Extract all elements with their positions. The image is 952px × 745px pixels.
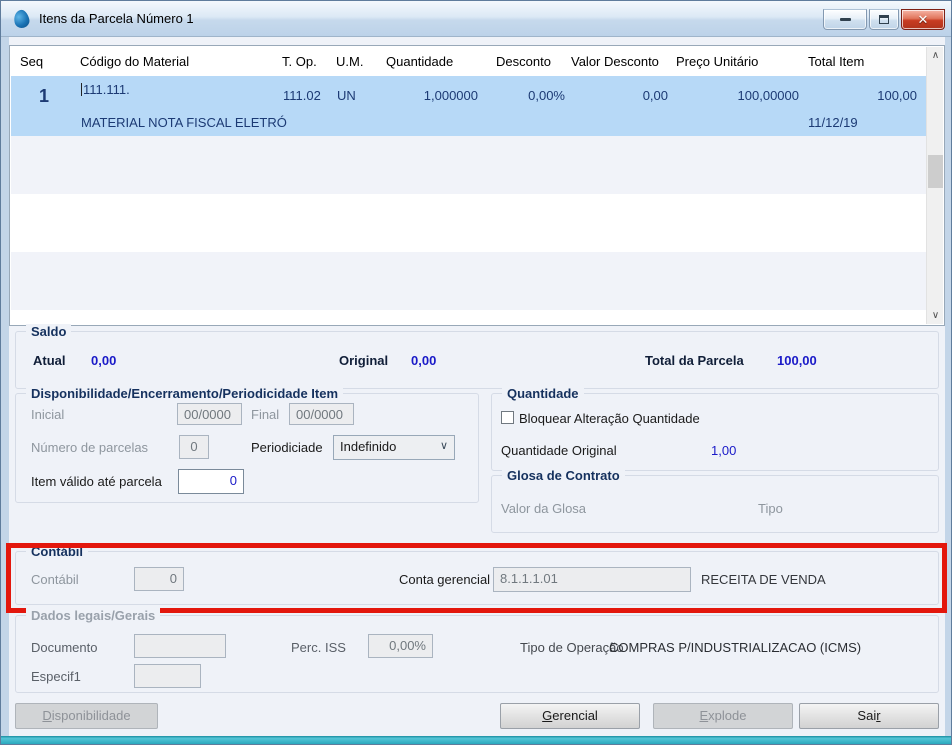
valor-glosa-label: Valor da Glosa	[501, 501, 587, 516]
empty-row	[11, 136, 928, 194]
group-quantidade-title: Quantidade	[502, 386, 584, 401]
items-grid: Seq Código do Material T. Op. U.M. Quant…	[9, 45, 945, 326]
saldo-original-value: 0,00	[411, 353, 437, 368]
disponibilidade-button: Disponibilidade	[15, 703, 158, 729]
tipo-glosa-label: Tipo	[758, 501, 783, 516]
window-title: Itens da Parcela Número 1	[39, 11, 194, 26]
bloquear-checkbox-label: Bloquear Alteração Quantidade	[519, 411, 700, 426]
cell-um: UN	[337, 88, 356, 103]
text-caret	[81, 83, 82, 96]
col-header-seq[interactable]: Seq	[20, 54, 43, 69]
perc-iss-label: Perc. ISS	[291, 640, 346, 655]
group-saldo-title: Saldo	[26, 324, 72, 339]
saldo-original-label: Original	[339, 353, 389, 368]
perc-iss-input: 0,00%	[368, 634, 433, 658]
periodicidade-label: Periodiciade	[251, 440, 323, 455]
tipo-operacao-value: COMPRAS P/INDUSTRIALIZACAO (ICMS)	[609, 640, 862, 655]
group-glosa-title: Glosa de Contrato	[502, 468, 625, 483]
quantidade-original-value: 1,00	[711, 443, 737, 458]
saldo-atual-label: Atual	[33, 353, 66, 368]
quantidade-original-label: Quantidade Original	[501, 443, 617, 458]
col-header-codigo[interactable]: Código do Material	[80, 54, 189, 69]
scrollbar-thumb[interactable]	[928, 155, 943, 188]
cell-total-item: 100,00	[877, 88, 917, 103]
chevron-down-icon: ∨	[439, 440, 448, 452]
final-label: Final	[251, 407, 280, 422]
app-icon	[12, 8, 31, 30]
scroll-down-icon[interactable]: ∨	[927, 307, 944, 324]
minimize-icon	[839, 18, 851, 21]
especif1-input	[134, 664, 201, 688]
num-parcelas-input: 0	[179, 435, 209, 459]
group-disponibilidade-title: Disponibilidade/Encerramento/Periodicida…	[26, 386, 344, 401]
col-header-desconto[interactable]: Desconto	[496, 54, 551, 69]
col-header-t-op[interactable]: T. Op.	[282, 54, 317, 69]
scroll-up-icon[interactable]: ∧	[927, 47, 944, 64]
minimize-button[interactable]	[823, 9, 867, 30]
saldo-total-value: 100,00	[777, 353, 817, 368]
documento-input	[134, 634, 226, 658]
inicial-label: Inicial	[31, 407, 65, 422]
cell-desconto: 0,00%	[528, 88, 565, 103]
item-valido-input[interactable]: 0	[178, 469, 244, 494]
explode-button: Explode	[653, 703, 793, 729]
cell-descricao: MATERIAL NOTA FISCAL ELETRÓ	[81, 115, 287, 130]
saldo-atual-value: 0,00	[91, 353, 117, 368]
cell-t-op: 111.02	[283, 88, 321, 103]
empty-row	[11, 252, 928, 310]
num-parcelas-label: Número de parcelas	[31, 440, 149, 455]
inicial-input: 00/0000	[177, 403, 242, 425]
final-input: 00/0000	[289, 403, 354, 425]
title-bar[interactable]: Itens da Parcela Número 1 ✕	[1, 1, 951, 37]
col-header-um[interactable]: U.M.	[336, 54, 363, 69]
saldo-total-label: Total da Parcela	[645, 353, 744, 368]
dialog-window: Itens da Parcela Número 1 ✕ Seq Código d…	[0, 0, 952, 745]
table-row-selected[interactable]: 1 111.111. 111.02 UN 1,000000 0,00% 0,00…	[11, 76, 928, 136]
vertical-scrollbar[interactable]: ∧ ∨	[926, 47, 943, 324]
periodicidade-value: Indefinido	[340, 439, 397, 454]
especif1-label: Especif1	[31, 669, 81, 684]
col-header-preco-unitario[interactable]: Preço Unitário	[676, 54, 758, 69]
cell-codigo: 111.111.	[81, 82, 130, 97]
documento-label: Documento	[31, 640, 98, 655]
cell-valor-desconto: 0,00	[642, 88, 668, 103]
maximize-button[interactable]	[869, 9, 899, 30]
group-dados-legais-title: Dados legais/Gerais	[26, 608, 161, 623]
bloquear-checkbox[interactable]	[501, 411, 514, 424]
maximize-icon	[879, 15, 889, 24]
group-quantidade: Quantidade	[491, 386, 939, 471]
window-frame-bottom	[1, 736, 951, 744]
close-icon: ✕	[917, 11, 929, 27]
cell-data: 11/12/19	[808, 115, 858, 130]
highlight-annotation	[6, 543, 947, 613]
col-header-valor-desconto[interactable]: Valor Desconto	[571, 54, 659, 69]
cell-seq: 1	[38, 86, 49, 106]
col-header-total-item[interactable]: Total Item	[808, 54, 864, 69]
periodicidade-combo[interactable]: Indefinido ∨	[333, 435, 455, 460]
gerencial-button[interactable]: Gerencial	[500, 703, 640, 729]
item-valido-label: Item válido até parcela	[31, 474, 162, 489]
cell-quantidade: 1,000000	[423, 88, 478, 103]
close-button[interactable]: ✕	[901, 9, 945, 30]
col-header-quantidade[interactable]: Quantidade	[386, 54, 453, 69]
sair-button[interactable]: Sair	[799, 703, 939, 729]
cell-preco-unitario: 100,00000	[737, 88, 799, 103]
